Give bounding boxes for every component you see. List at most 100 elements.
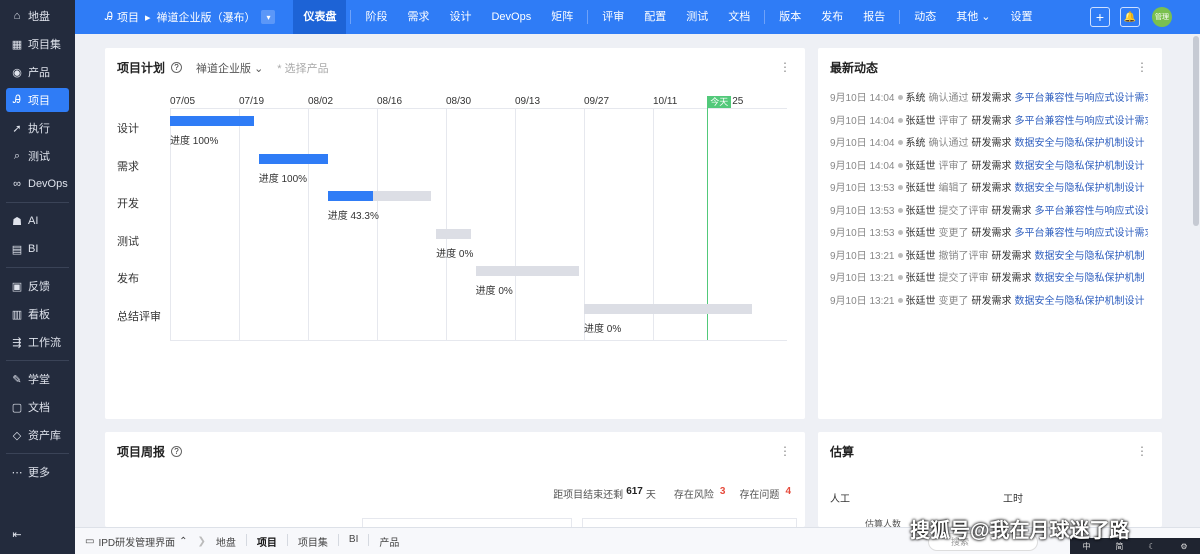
- remain-prefix: 距项目结束还剩: [553, 490, 624, 501]
- project-switch-button[interactable]: ▾: [261, 10, 276, 24]
- feed-link[interactable]: 多平台兼容性与响应式设计需求: [1015, 93, 1149, 104]
- feed-link[interactable]: 数据安全与隐私保护机制设计: [1015, 183, 1145, 194]
- nav-divider: [350, 10, 352, 24]
- infinity-icon: ∞: [13, 178, 21, 190]
- remain-unit: 天: [645, 490, 656, 501]
- chevron-right-icon: ▸: [144, 11, 151, 24]
- product-select[interactable]: 禅道企业版 ⌄: [196, 60, 263, 76]
- issue-label[interactable]: 存在问题: [739, 486, 779, 501]
- feed-link[interactable]: 数据安全与隐私保护机制设计: [1015, 138, 1145, 149]
- sidebar-item-13[interactable]: ▢ 文档: [6, 395, 69, 419]
- nav-item-9[interactable]: 文档: [718, 0, 760, 34]
- feed-time: 9月10日 13:21: [830, 273, 895, 284]
- sidebar-item-1[interactable]: ▦ 项目集: [6, 32, 69, 56]
- sidebar-item-5[interactable]: ⌕ 测试: [6, 144, 69, 168]
- scrollbar-thumb[interactable]: [1193, 36, 1199, 226]
- feed-kind: 研发需求: [991, 250, 1032, 262]
- page-scrollbar[interactable]: [1192, 34, 1200, 527]
- feed-link[interactable]: 数据安全与隐私保护机制: [1035, 251, 1145, 262]
- nav-item-3[interactable]: 设计: [439, 0, 481, 34]
- nav-item-0[interactable]: 仪表盘: [293, 0, 347, 34]
- feed-link[interactable]: 多平台兼容性与响应式设计需求: [1015, 116, 1149, 127]
- nav-item-2[interactable]: 需求: [397, 0, 439, 34]
- grid-icon: ▦: [11, 38, 23, 51]
- feed-dot: [897, 117, 903, 123]
- crumb-root[interactable]: 项目: [117, 9, 139, 25]
- bottom-tab-4[interactable]: 产品: [369, 534, 409, 549]
- sidebar-item-0[interactable]: ⌂ 地盘: [6, 4, 69, 28]
- crumb-project[interactable]: 禅道企业版（瀑布）: [156, 9, 255, 25]
- sidebar-item-label: 资产库: [28, 430, 61, 442]
- gantt-bar[interactable]: [436, 228, 471, 239]
- moon-icon[interactable]: ☾: [1148, 542, 1155, 551]
- sidebar-item-6[interactable]: ∞ DevOps: [6, 172, 69, 196]
- sidebar-item-11[interactable]: ⇶ 工作流: [6, 330, 69, 354]
- collapse-sidebar-button[interactable]: ⇤: [6, 522, 28, 546]
- sidebar-item-3[interactable]: Ꭿ 项目: [6, 88, 69, 112]
- sidebar-item-12[interactable]: ✎ 学堂: [6, 367, 69, 391]
- sidebar-item-10[interactable]: ▥ 看板: [6, 302, 69, 326]
- gantt-bar[interactable]: [475, 266, 580, 276]
- nav-item-4[interactable]: DevOps: [481, 0, 541, 34]
- nav-item-10[interactable]: 版本: [769, 0, 811, 34]
- bottom-tab-3[interactable]: BI: [339, 534, 368, 549]
- nav-item-1[interactable]: 阶段: [355, 0, 397, 34]
- chevron-up-icon: ⌃: [179, 535, 188, 547]
- sidebar-item-14[interactable]: ◇ 资产库: [6, 423, 69, 447]
- feed-item: 9月10日 14:04 张廷世 评审了 研发需求 数据安全与隐私保护机制设计: [830, 157, 1148, 172]
- document-icon: ▢: [11, 401, 23, 414]
- sidebar-item-15[interactable]: ⋯ 更多: [6, 460, 69, 484]
- nav-item-11[interactable]: 发布: [811, 0, 853, 34]
- bottom-tab-2[interactable]: 项目集: [288, 534, 338, 549]
- sidebar-item-9[interactable]: ▣ 反馈: [6, 274, 69, 298]
- more-menu-icon[interactable]: ⋮: [779, 444, 791, 458]
- nav-item-14[interactable]: 其他 ⌄: [946, 0, 1000, 34]
- bottom-tab-0[interactable]: 地盘: [206, 534, 246, 549]
- gantt-bottom-line: [170, 340, 787, 341]
- feed-action: 提交了评审: [938, 205, 989, 217]
- settings-icon[interactable]: ⚙: [1180, 542, 1187, 551]
- nav-item-7[interactable]: 配置: [634, 0, 676, 34]
- nav-item-12[interactable]: 报告: [853, 0, 895, 34]
- bell-icon[interactable]: 🔔: [1120, 7, 1140, 27]
- sidebar: ⌂ 地盘 ▦ 项目集 ◉ 产品 Ꭿ 项目 ➚ 执行 ⌕ 测试 ∞ DevOps ☗ AI ▤ BI ▣ 反馈 ▥ 看板 ⇶ 工…: [0, 0, 75, 554]
- nav-divider: [587, 10, 589, 24]
- help-icon[interactable]: ?: [171, 62, 183, 73]
- gantt-grid-line: [308, 108, 309, 340]
- nav-item-15[interactable]: 设置: [1001, 0, 1043, 34]
- feed-link[interactable]: 数据安全与隐私保护机制: [1035, 273, 1145, 284]
- feed-link[interactable]: 多平台兼容性与响应式设计需求: [1015, 228, 1149, 239]
- feed-time: 9月10日 13:21: [830, 250, 895, 262]
- feed-kind: 研发需求: [991, 273, 1032, 284]
- feed-link[interactable]: 多平台兼容性与响应式设计: [1035, 206, 1149, 217]
- product-placeholder[interactable]: * 选择产品: [277, 60, 328, 76]
- add-button[interactable]: +: [1090, 7, 1110, 27]
- avatar[interactable]: 管理: [1152, 7, 1172, 27]
- sidebar-item-7[interactable]: ☗ AI: [6, 209, 69, 233]
- nav-item-5[interactable]: 矩阵: [541, 0, 583, 34]
- feed-item: 9月10日 13:53 张廷世 变更了 研发需求 多平台兼容性与响应式设计需求: [830, 224, 1148, 239]
- risk-label[interactable]: 存在风险: [674, 486, 714, 501]
- gantt-bar[interactable]: [584, 303, 752, 314]
- feed-dot: [897, 185, 903, 190]
- sidebar-item-2[interactable]: ◉ 产品: [6, 60, 69, 84]
- app-switcher[interactable]: ▭ IPD研发管理界面 ⌃: [75, 534, 198, 549]
- feed-link[interactable]: 数据安全与隐私保护机制设计: [1015, 161, 1145, 172]
- breadcrumb: Ꭿ 项目 ▸ 禅道企业版（瀑布） ▾: [105, 9, 276, 25]
- bottom-tab-1[interactable]: 项目: [247, 534, 287, 549]
- help-icon[interactable]: ?: [171, 446, 183, 457]
- feed-dot: [897, 162, 903, 168]
- nav-item-13[interactable]: 动态: [904, 0, 946, 34]
- nav-item-8[interactable]: 测试: [676, 0, 718, 34]
- more-menu-icon[interactable]: ⋮: [779, 60, 791, 74]
- sidebar-item-4[interactable]: ➚ 执行: [6, 116, 69, 140]
- sidebar-item-label: 反馈: [28, 281, 50, 293]
- sidebar-item-label: BI: [28, 243, 39, 255]
- more-menu-icon[interactable]: ⋮: [1136, 60, 1148, 74]
- nav-item-6[interactable]: 评审: [592, 0, 634, 34]
- feed-link[interactable]: 数据安全与隐私保护机制设计: [1015, 296, 1145, 307]
- more-menu-icon[interactable]: ⋮: [1136, 444, 1148, 458]
- feed-user: 张廷世: [905, 160, 936, 172]
- feed-time: 9月10日 14:04: [830, 93, 895, 104]
- sidebar-item-8[interactable]: ▤ BI: [6, 237, 69, 261]
